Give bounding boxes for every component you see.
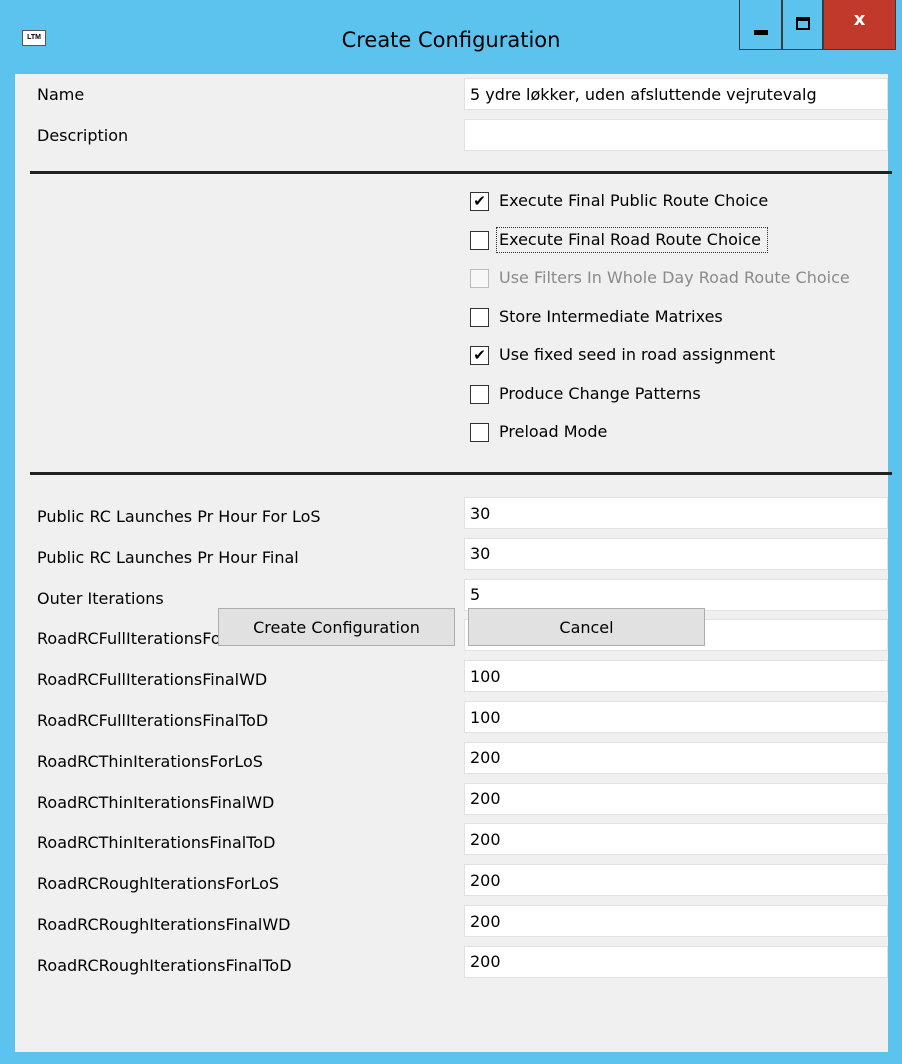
option-label: Execute Final Road Route Choice [496,226,768,253]
dialog-body: Name Description ✔ Execute Final Public R… [15,74,892,1052]
option-label: Execute Final Public Route Choice [499,191,769,210]
separator-top [30,171,892,174]
checkmark-icon: ✔ [473,192,486,210]
cancel-button[interactable]: Cancel [468,608,705,646]
checkbox[interactable] [470,307,489,327]
parameter-label: RoadRCRoughIterationsFinalToD [37,955,292,975]
title-bar[interactable]: LTM Create Configuration x [0,0,902,74]
checkbox [470,269,489,288]
create-configuration-window: LTM Create Configuration x Name Descript… [0,0,902,1064]
parameter-label: Public RC Launches Pr Hour For LoS [37,507,321,526]
description-input[interactable] [464,119,888,151]
close-button[interactable]: x [823,0,896,50]
name-label: Name [37,85,85,104]
parameter-label: RoadRCFullIterationsFinalToD [37,711,269,730]
checkmark-icon: ✔ [473,346,486,364]
parameter-input[interactable] [464,823,888,856]
parameter-input[interactable] [464,497,888,529]
parameter-input[interactable] [464,578,888,611]
parameter-input[interactable] [464,945,888,978]
parameter-label: RoadRCThinIterationsFinalWD [37,792,275,812]
maximize-button[interactable] [782,0,823,50]
parameter-input[interactable] [464,660,888,693]
option-label: Store Intermediate Matrixes [499,306,723,326]
parameter-input[interactable] [464,864,888,897]
minimize-icon [754,30,768,35]
checkbox[interactable]: ✔ [470,346,489,365]
separator-bottom [30,472,892,475]
checkbox[interactable] [470,230,489,250]
create-configuration-button[interactable]: Create Configuration [218,608,455,646]
parameter-label: RoadRCRoughIterationsForLoS [37,874,280,894]
option-label: Produce Change Patterns [499,383,701,403]
option-label: Preload Mode [499,422,608,441]
parameter-label: RoadRCFullIterationsFinalWD [37,670,268,690]
parameter-label: RoadRCRoughIterationsFinalWD [37,915,291,934]
parameter-input[interactable] [464,905,888,937]
option-label: Use fixed seed in road assignment [499,345,776,364]
option-label: Use Filters In Whole Day Road Route Choi… [499,268,850,287]
description-label: Description [37,126,129,145]
checkbox[interactable] [470,423,489,442]
maximize-icon [796,17,810,30]
minimize-button[interactable] [739,0,782,50]
parameter-input[interactable] [464,741,888,774]
parameter-label: RoadRCThinIterationsForLoS [37,751,263,771]
checkbox[interactable] [470,384,489,404]
parameter-input[interactable] [464,782,888,815]
parameter-input[interactable] [464,701,888,733]
checkbox[interactable]: ✔ [470,192,489,211]
parameter-label: Outer Iterations [37,588,164,608]
parameter-label: RoadRCThinIterationsFinalToD [37,833,276,853]
parameter-input[interactable] [464,537,888,570]
close-icon: x [853,9,866,30]
parameter-label: Public RC Launches Pr Hour Final [37,547,299,567]
name-input[interactable] [464,78,888,110]
